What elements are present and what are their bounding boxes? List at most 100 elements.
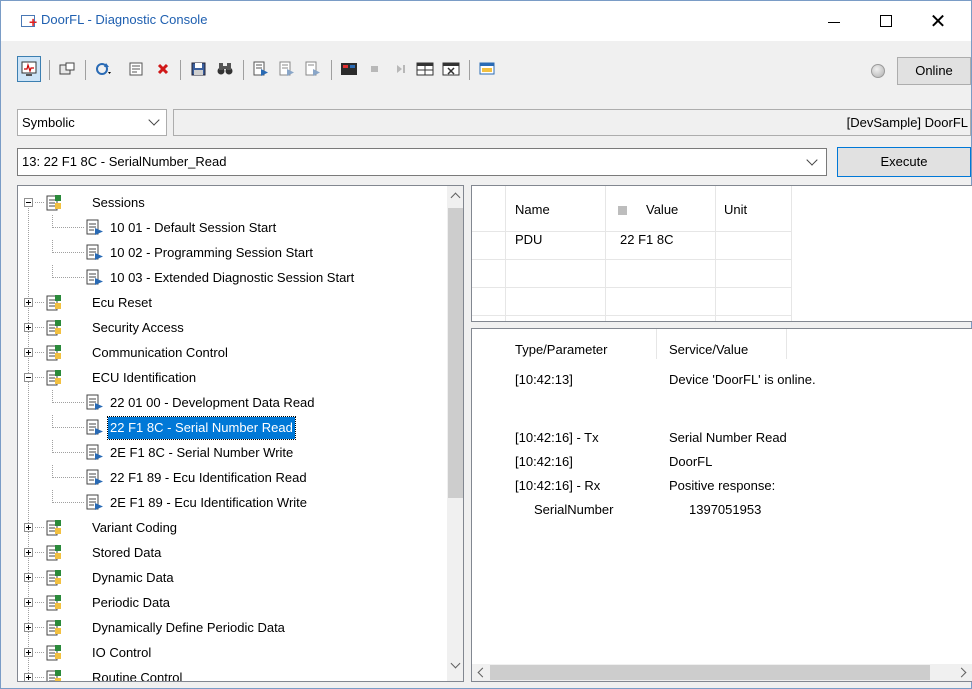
log-scroll-thumb[interactable]	[490, 665, 930, 680]
tree-folder[interactable]: Communication Control	[18, 340, 446, 365]
tree-folder[interactable]: ECU Identification	[18, 365, 446, 390]
tree-folder[interactable]: Periodic Data	[18, 590, 446, 615]
monitor-toolbar-button[interactable]	[17, 56, 41, 82]
tree-item-label: 2E F1 8C - Serial Number Write	[110, 445, 294, 460]
maximize-button[interactable]	[863, 5, 909, 37]
collapse-icon[interactable]	[24, 373, 33, 382]
delete-toolbar-button[interactable]	[151, 56, 175, 82]
service-group-icon	[46, 344, 62, 361]
find-toolbar-button[interactable]	[213, 56, 237, 82]
expand-icon[interactable]	[24, 673, 33, 681]
service-group-icon	[46, 369, 62, 386]
tree-scroll-thumb[interactable]	[448, 208, 463, 498]
connect-toolbar-button[interactable]	[55, 56, 79, 82]
online-button[interactable]: Online	[897, 57, 971, 85]
tree-item[interactable]: 10 01 - Default Session Start	[18, 215, 446, 240]
diagnostic-console-window: DoorFL - Diagnostic Console ✕	[0, 0, 972, 689]
refresh-icon	[96, 63, 111, 75]
service-group-icon	[46, 294, 62, 311]
service-icon	[86, 469, 104, 486]
tree-vertical-scrollbar[interactable]	[447, 186, 463, 681]
expand-icon[interactable]	[24, 523, 33, 532]
scroll-down-icon[interactable]	[450, 658, 461, 669]
minimize-icon	[828, 21, 840, 23]
refresh-toolbar-button[interactable]	[91, 56, 115, 82]
log-type-cell: [10:42:16]	[515, 454, 573, 469]
expand-icon[interactable]	[24, 648, 33, 657]
tree-folder[interactable]: Routine Control	[18, 665, 446, 681]
tree-folder-label: Sessions	[92, 195, 145, 210]
tree-item[interactable]: 10 02 - Programming Session Start	[18, 240, 446, 265]
tree-folder[interactable]: Sessions	[18, 190, 446, 215]
save-icon	[191, 62, 206, 76]
log-type-cell: [10:42:16] - Rx	[515, 478, 601, 493]
service-tree: Sessions 10 01 - Default Session Start 10 …	[17, 185, 464, 682]
tree-item[interactable]: 2E F1 8C - Serial Number Write	[18, 440, 446, 465]
record-icon	[341, 63, 357, 75]
expand-icon[interactable]	[24, 598, 33, 607]
stop-toolbar-button[interactable]	[363, 56, 387, 82]
execute-button[interactable]: Execute	[837, 147, 971, 177]
tree-item-label: 22 F1 89 - Ecu Identification Read	[110, 470, 307, 485]
service-icon	[86, 394, 104, 411]
tree-folder-label: Dynamically Define Periodic Data	[92, 620, 285, 635]
command-select[interactable]: 13: 22 F1 8C - SerialNumber_Read	[17, 148, 827, 176]
scroll-right-icon[interactable]	[956, 667, 967, 678]
scroll-up-icon[interactable]	[450, 192, 461, 203]
tree-folder[interactable]: IO Control	[18, 640, 446, 665]
tree-item[interactable]: 22 F1 89 - Ecu Identification Read	[18, 465, 446, 490]
service-group-icon	[46, 544, 62, 561]
log-type-cell: SerialNumber	[534, 502, 614, 517]
scroll-left-icon[interactable]	[477, 667, 488, 678]
expand-icon[interactable]	[24, 348, 33, 357]
expand-icon[interactable]	[24, 298, 33, 307]
expand-icon[interactable]	[24, 623, 33, 632]
service-list-toolbar-button[interactable]	[275, 56, 299, 82]
tree-folder[interactable]: Variant Coding	[18, 515, 446, 540]
tree-folder[interactable]: Dynamic Data	[18, 565, 446, 590]
tree-item-label-selected: 22 F1 8C - Serial Number Read	[107, 416, 296, 440]
tree-item[interactable]: 22 F1 8C - Serial Number Read	[18, 415, 446, 440]
tree-item-label: 22 01 00 - Development Data Read	[110, 395, 315, 410]
connection-status-led	[871, 64, 885, 78]
service-run-toolbar-button[interactable]	[249, 56, 273, 82]
expand-icon[interactable]	[24, 548, 33, 557]
tree-folder-label: Ecu Reset	[92, 295, 152, 310]
tree-item[interactable]: 10 03 - Extended Diagnostic Session Star…	[18, 265, 446, 290]
step-toolbar-button[interactable]	[389, 56, 413, 82]
window-toolbar-button[interactable]	[475, 56, 499, 82]
tree-folder[interactable]: Ecu Reset	[18, 290, 446, 315]
tree-item-label: 10 02 - Programming Session Start	[110, 245, 314, 260]
table-delete-toolbar-button[interactable]	[439, 56, 463, 82]
toolbar: Online	[17, 54, 972, 92]
value-column-icon	[618, 206, 627, 215]
expand-icon[interactable]	[24, 323, 33, 332]
tree-folder[interactable]: Stored Data	[18, 540, 446, 565]
edit-icon	[129, 62, 143, 76]
command-select-value: 13: 22 F1 8C - SerialNumber_Read	[22, 154, 227, 169]
service-group-icon	[46, 644, 62, 661]
log-service-cell: Device 'DoorFL' is online.	[669, 372, 816, 387]
collapse-icon[interactable]	[24, 198, 33, 207]
minimize-button[interactable]	[811, 5, 857, 37]
tree-item[interactable]: 22 01 00 - Development Data Read	[18, 390, 446, 415]
tree-folder-label: Security Access	[92, 320, 184, 335]
log-horizontal-scrollbar[interactable]	[472, 664, 972, 681]
variables-grid: Name Value Unit PDU 22 F1 8C	[471, 185, 972, 322]
communication-log: Type/Parameter Service/Value [10:42:13] D…	[471, 328, 972, 682]
service-list-icon	[279, 61, 294, 76]
close-icon: ✕	[929, 9, 947, 33]
delete-icon	[157, 63, 169, 75]
close-button[interactable]: ✕	[915, 5, 961, 37]
expand-icon[interactable]	[24, 573, 33, 582]
edit-toolbar-button[interactable]	[125, 56, 149, 82]
mode-select[interactable]: Symbolic	[17, 109, 167, 136]
service-step-toolbar-button[interactable]	[301, 56, 325, 82]
tree-item[interactable]: 2E F1 89 - Ecu Identification Write	[18, 490, 446, 515]
tree-folder[interactable]: Dynamically Define Periodic Data	[18, 615, 446, 640]
record-toolbar-button[interactable]	[337, 56, 361, 82]
save-toolbar-button[interactable]	[187, 56, 211, 82]
table-view-toolbar-button[interactable]	[413, 56, 437, 82]
tree-folder[interactable]: Security Access	[18, 315, 446, 340]
log-service-cell: DoorFL	[669, 454, 713, 469]
